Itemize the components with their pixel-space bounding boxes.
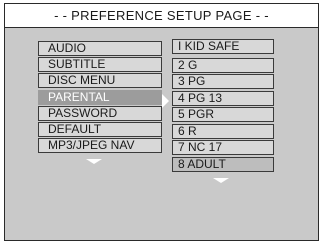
page-title: - - PREFERENCE SETUP PAGE - - (5, 4, 318, 28)
menu-scroll-down-icon[interactable] (86, 159, 102, 164)
option-pg-13[interactable]: 4 PG 13 (172, 91, 274, 106)
menu-item-subtitle[interactable]: SUBTITLE (38, 57, 162, 72)
submenu-scroll-down-icon[interactable] (213, 178, 229, 183)
option-r[interactable]: 6 R (172, 124, 274, 139)
menu-item-mp3-jpeg-nav[interactable]: MP3/JPEG NAV (38, 138, 162, 153)
menu-item-disc-menu[interactable]: DISC MENU (38, 73, 162, 88)
preference-setup-screen: - - PREFERENCE SETUP PAGE - - AUDIO SUBT… (4, 3, 319, 241)
menu-item-audio[interactable]: AUDIO (38, 41, 162, 56)
menu-item-parental[interactable]: PARENTAL (38, 90, 162, 105)
option-pg[interactable]: 3 PG (172, 74, 274, 89)
option-g[interactable]: 2 G (172, 58, 274, 73)
option-adult[interactable]: 8 ADULT (172, 157, 274, 172)
submenu-arrow-icon (162, 94, 169, 108)
option-pgr[interactable]: 5 PGR (172, 107, 274, 122)
menu-item-password[interactable]: PASSWORD (38, 106, 162, 121)
option-kid-safe[interactable]: I KID SAFE (172, 39, 274, 54)
option-nc-17[interactable]: 7 NC 17 (172, 140, 274, 155)
menu-item-default[interactable]: DEFAULT (38, 122, 162, 137)
